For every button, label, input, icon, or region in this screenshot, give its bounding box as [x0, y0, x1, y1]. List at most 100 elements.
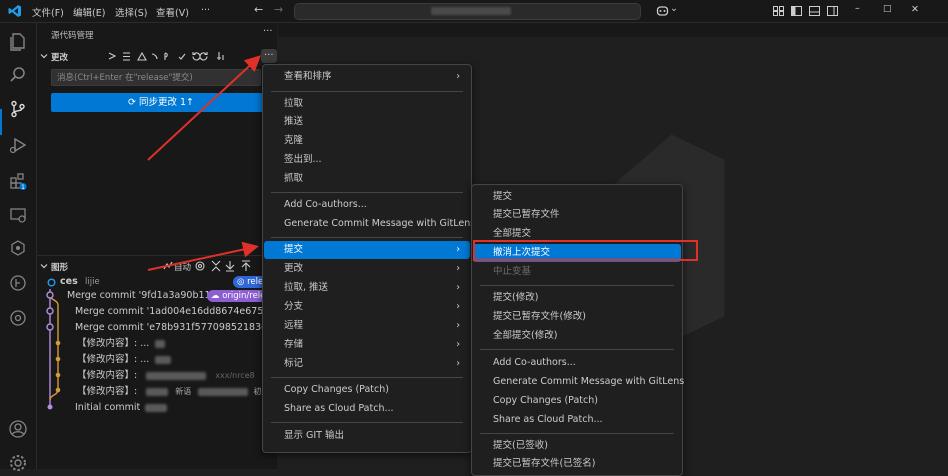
- menu-item-pull[interactable]: 拉取: [264, 95, 470, 113]
- menu-item-view-sort[interactable]: 查看和排序 ›: [264, 68, 470, 86]
- menu-item-stash[interactable]: 存储 ›: [264, 336, 470, 354]
- menu-item-clone[interactable]: 克隆: [264, 132, 470, 150]
- graph-row[interactable]: 【修改内容】: ...: [77, 353, 172, 367]
- source-control-icon[interactable]: [8, 99, 28, 119]
- auto-filter-icon[interactable]: [163, 261, 173, 271]
- graph-row[interactable]: Initial commit: [75, 401, 168, 415]
- submenu-item-add-coauthors[interactable]: Add Co-authors...: [473, 354, 681, 372]
- changes-section-label[interactable]: 更改: [51, 51, 68, 63]
- menu-item-tags[interactable]: 标记 ›: [264, 355, 470, 373]
- graph-row[interactable]: 【修改内容】: xxx/nrce8: [77, 369, 255, 383]
- customize-layout-icon[interactable]: [773, 6, 784, 16]
- command-center-search[interactable]: [294, 3, 641, 20]
- toggle-panel-icon[interactable]: [809, 6, 820, 16]
- minimize-button[interactable]: –: [855, 3, 860, 14]
- commit-message-input[interactable]: 消息(Ctrl+Enter 在"release"提交): [51, 69, 261, 86]
- graph-row[interactable]: Merge commit '1ad004e16dd8674e6752ac5c: [75, 305, 292, 319]
- submenu-item-commit[interactable]: 提交: [473, 188, 681, 206]
- menu-item-copy-changes-patch[interactable]: Copy Changes (Patch): [264, 381, 470, 399]
- nav-back-icon[interactable]: ←: [254, 3, 263, 16]
- graph-row-label: 【修改内容】:: [77, 386, 138, 397]
- sidebar-more-icon[interactable]: ···: [263, 26, 273, 37]
- copilot-chevron-icon[interactable]: ⌄: [670, 3, 678, 14]
- menu-item-commit[interactable]: 提交 ›: [264, 241, 470, 259]
- commit-submenu: 提交 提交已暂存文件 全部提交 撤消上次提交 中止变基 提交(修改) 提交已暂存…: [471, 184, 684, 476]
- menu-item-pull-push[interactable]: 拉取, 推送 ›: [264, 279, 470, 297]
- sync-label: 同步更改 1↑: [138, 97, 194, 108]
- gitlens-inspect-icon[interactable]: [8, 308, 28, 328]
- menu-separator: [271, 377, 463, 378]
- menu-separator: [271, 91, 463, 92]
- submenu-item-abort-rebase: 中止变基: [493, 266, 532, 277]
- graph-lines: [46, 289, 61, 410]
- run-debug-icon[interactable]: [8, 135, 28, 155]
- close-button[interactable]: ✕: [911, 4, 919, 15]
- submenu-item-commit-signed-off[interactable]: 提交(已签收): [473, 437, 681, 455]
- chevron-right-icon: ›: [456, 263, 460, 274]
- chevron-down-icon[interactable]: [40, 52, 48, 60]
- explorer-icon[interactable]: [8, 31, 28, 51]
- menu-item-checkout[interactable]: 签出到...: [264, 151, 470, 169]
- remote-explorer-icon[interactable]: [8, 205, 28, 225]
- graph-row-fragment: 初: [253, 387, 262, 396]
- sync-icon: ⟳: [127, 97, 139, 108]
- sync-changes-button[interactable]: ⟳ 同步更改 1↑: [51, 93, 271, 112]
- menu-file[interactable]: 文件(F): [32, 5, 64, 19]
- menu-item-fetch[interactable]: 抓取: [264, 170, 470, 188]
- menu-more[interactable]: ···: [201, 5, 210, 16]
- menu-edit[interactable]: 编辑(E): [73, 5, 105, 19]
- search-icon[interactable]: [8, 65, 28, 85]
- menu-separator: [271, 237, 463, 238]
- chevron-down-icon[interactable]: [40, 262, 48, 270]
- copilot-icon[interactable]: [656, 4, 669, 17]
- graph-row-label: ces: [60, 276, 78, 287]
- more-actions-icon[interactable]: ···: [264, 50, 274, 61]
- annotation-highlight-box: [473, 240, 698, 261]
- graph-row[interactable]: Merge commit '9fd1a3a90b113... ☁ origin/…: [67, 289, 270, 303]
- menu-item-add-coauthors[interactable]: Add Co-authors...: [264, 196, 470, 214]
- toggle-primary-sidebar-icon[interactable]: [791, 6, 802, 16]
- graph-toolbar-icons[interactable]: [195, 260, 265, 272]
- menu-item-generate-commit-message[interactable]: Generate Commit Message with GitLens: [264, 215, 475, 233]
- menu-item-show-git-output[interactable]: 显示 GIT 输出: [264, 427, 470, 445]
- account-icon[interactable]: [8, 419, 28, 439]
- submenu-item-commit-staged[interactable]: 提交已暂存文件: [473, 206, 681, 224]
- submenu-item-commit-all-amend[interactable]: 全部提交(修改): [473, 327, 681, 345]
- maximize-button[interactable]: □: [883, 4, 892, 14]
- submenu-item-share-cloud-patch[interactable]: Share as Cloud Patch...: [473, 411, 681, 429]
- gitlens-icon[interactable]: [8, 238, 28, 258]
- menu-view[interactable]: 查看(V): [156, 5, 189, 19]
- submenu-item-copy-changes-patch[interactable]: Copy Changes (Patch): [473, 392, 681, 410]
- menu-item-changes[interactable]: 更改 ›: [264, 260, 470, 278]
- nav-forward-icon[interactable]: →: [274, 3, 283, 16]
- graph-auto-label[interactable]: 自动: [174, 261, 191, 273]
- menu-item-push[interactable]: 推送: [264, 113, 470, 131]
- menu-separator: [271, 422, 463, 423]
- graph-row[interactable]: 【修改内容】: 新语 初: [77, 385, 261, 399]
- settings-gear-icon[interactable]: [8, 453, 28, 473]
- submenu-item-generate-commit-message[interactable]: Generate Commit Message with GitLens: [473, 373, 684, 391]
- menu-separator: [271, 192, 463, 193]
- graph-row-label: 【修改内容】:: [77, 370, 138, 381]
- toggle-secondary-sidebar-icon[interactable]: [827, 6, 838, 16]
- blurred-text: [198, 387, 249, 396]
- menu-separator: [480, 285, 674, 286]
- blurred-text: [146, 371, 207, 380]
- timeline-icon[interactable]: [8, 273, 28, 293]
- blurred-text: [145, 403, 168, 412]
- menu-item-share-cloud-patch[interactable]: Share as Cloud Patch...: [264, 400, 470, 418]
- graph-row-author: lijie: [85, 277, 100, 287]
- menu-selection[interactable]: 选择(S): [115, 5, 147, 19]
- graph-row[interactable]: 【修改内容】: ...: [77, 337, 166, 351]
- changes-toolbar-icons[interactable]: [107, 51, 267, 62]
- extensions-icon[interactable]: 1: [8, 171, 28, 191]
- submenu-item-commit-amend[interactable]: 提交(修改): [473, 289, 681, 307]
- submenu-item-commit-staged-signed[interactable]: 提交已暂存文件(已签名): [473, 455, 681, 473]
- menu-item-remote[interactable]: 远程 ›: [264, 317, 470, 335]
- graph-row-fragment: 新语: [175, 387, 192, 396]
- graph-row[interactable]: Merge commit 'e78b931f57709852183e459a: [75, 321, 291, 335]
- graph-section-label[interactable]: 图形: [51, 261, 68, 273]
- graph-row-label: 【修改内容】: ...: [77, 354, 150, 365]
- submenu-item-commit-staged-amend[interactable]: 提交已暂存文件(修改): [473, 308, 681, 326]
- menu-item-branch[interactable]: 分支 ›: [264, 298, 470, 316]
